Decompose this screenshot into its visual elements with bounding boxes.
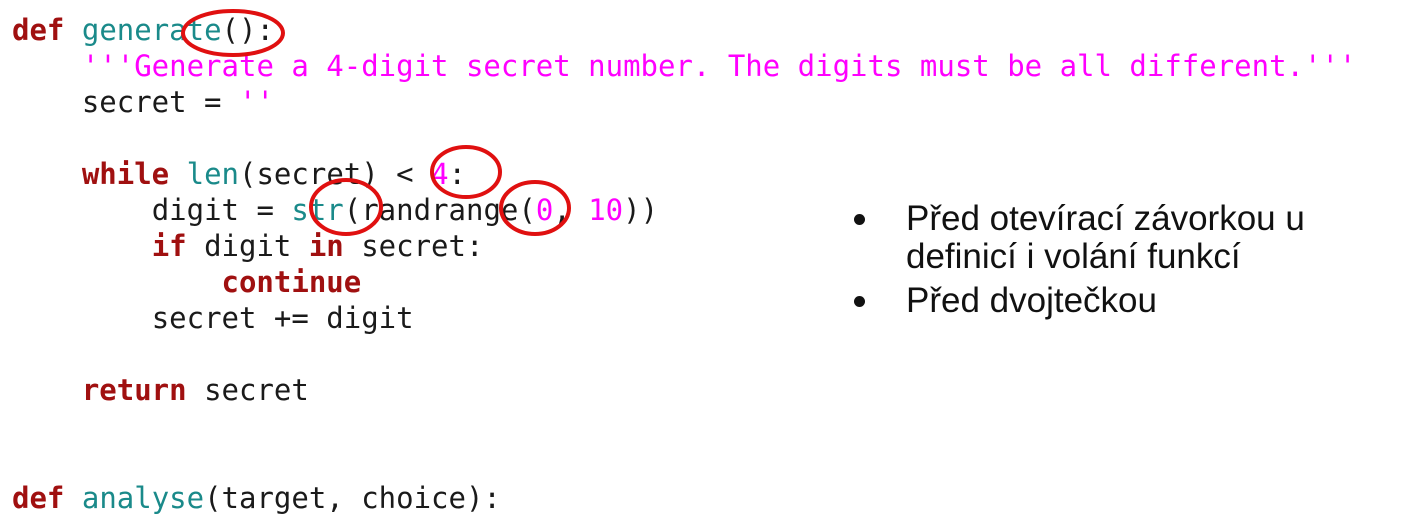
empty-string: '' <box>238 85 274 119</box>
keyword-def: def <box>12 481 65 515</box>
code-assign-digit: digit = <box>151 193 292 227</box>
code-secret-colon: secret: <box>343 229 484 263</box>
keyword-def: def <box>12 13 65 47</box>
bullet-icon <box>854 214 865 225</box>
number-0: 0 <box>535 193 554 227</box>
notes-list: Před otevírací závorkou u definicí i vol… <box>850 200 1402 326</box>
code-parens-colon: (): <box>221 13 274 47</box>
code-line-14: def analyse(target, choice): <box>12 480 1356 516</box>
code-line-11: return secret <box>12 372 1356 408</box>
code-line-5: while len(secret) < 4: <box>12 156 1356 192</box>
function-name-analyse: analyse <box>81 481 205 515</box>
note-text: Před dvojtečkou <box>906 281 1157 320</box>
note-text: Před otevírací závorkou u definicí i vol… <box>906 199 1305 276</box>
code-params: (target, choice): <box>204 481 501 515</box>
keyword-return: return <box>81 373 187 407</box>
code-comma: , <box>553 193 589 227</box>
keyword-continue: continue <box>221 265 362 299</box>
code-colon: : <box>448 157 467 191</box>
keyword-while: while <box>81 157 170 191</box>
note-item: Před dvojtečkou <box>850 282 1402 320</box>
code-digit: digit <box>186 229 309 263</box>
keyword-in: in <box>308 229 344 263</box>
code-augmented-assign: secret += digit <box>151 301 414 335</box>
code-line-3: secret = '' <box>12 84 1356 120</box>
code-assign-secret: secret = <box>81 85 239 119</box>
code-randrange: (randrange( <box>343 193 536 227</box>
code-line-1: def generate(): <box>12 12 1356 48</box>
code-close-parens: )) <box>623 193 659 227</box>
bullet-icon <box>854 296 865 307</box>
function-name-generate: generate <box>81 13 222 47</box>
keyword-if: if <box>151 229 187 263</box>
docstring: '''Generate a 4-digit secret number. The… <box>81 49 1357 83</box>
note-item: Před otevírací závorkou u definicí i vol… <box>850 200 1402 276</box>
code-line-2: '''Generate a 4-digit secret number. The… <box>12 48 1357 84</box>
code-len-args: (secret) < <box>239 157 432 191</box>
builtin-str: str <box>291 193 344 227</box>
number-10: 10 <box>588 193 624 227</box>
code-return-value: secret <box>186 373 309 407</box>
builtin-len: len <box>186 157 240 191</box>
number-4: 4 <box>431 157 449 191</box>
